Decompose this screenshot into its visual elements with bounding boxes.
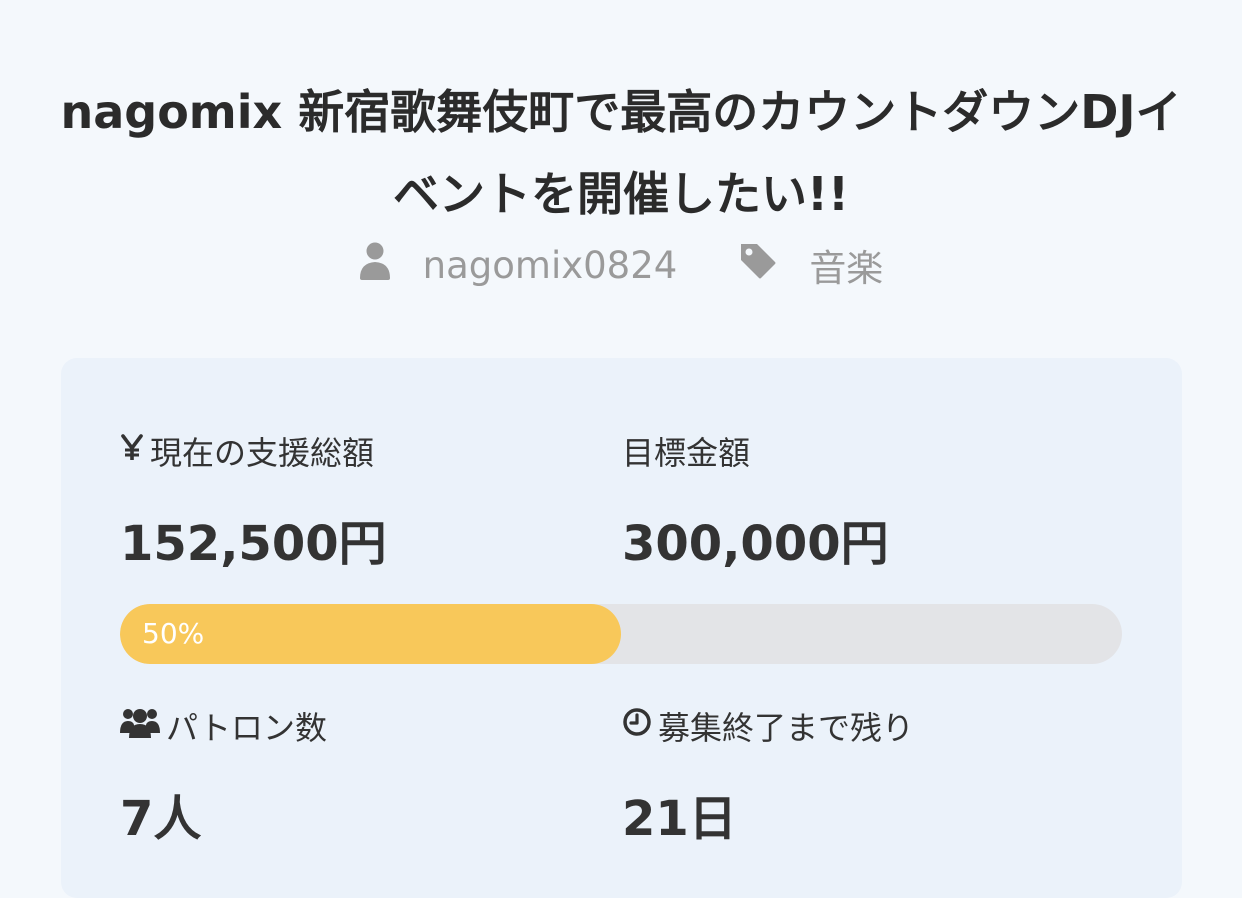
progress-fill: 50% [120,604,621,664]
patron-count-value: 7人 [120,791,202,847]
owner-link[interactable]: nagomix0824 [359,242,678,289]
user-icon [359,242,391,289]
funding-summary-card: 現在の支援総額 152,500円 目標金額 300,000円 50% パトロン数… [61,358,1182,898]
current-total-label-row: 現在の支援総額 [120,428,387,474]
current-total-label: 現在の支援総額 [150,434,375,472]
funding-progress-bar: 50% [120,604,1122,664]
project-title: nagomix 新宿歌舞伎町で最高のカウントダウンDJイベントを開催したい!! [60,84,1182,221]
goal-amount-stat: 目標金額 300,000円 [622,428,889,574]
goal-amount-value: 300,000円 [622,516,889,572]
time-remaining-value: 21日 [622,791,737,847]
patron-count-stat: パトロン数 7人 [120,703,327,849]
progress-percent: 50% [142,617,205,650]
category-link[interactable]: 音楽 [739,238,883,292]
time-remaining-label-row: 募集終了まで残り [622,703,914,749]
time-remaining-label: 募集終了まで残り [658,709,915,747]
yen-icon [120,432,144,470]
tag-icon [739,242,777,289]
clock-icon [622,707,652,745]
project-meta: nagomix0824 音楽 [0,238,1242,292]
patron-count-label: パトロン数 [166,709,327,747]
current-total-stat: 現在の支援総額 152,500円 [120,428,387,574]
users-icon [120,705,160,747]
category-name: 音楽 [809,247,884,290]
owner-name: nagomix0824 [422,243,678,287]
current-total-value: 152,500円 [120,516,387,572]
patron-count-label-row: パトロン数 [120,703,327,749]
time-remaining-stat: 募集終了まで残り 21日 [622,703,914,849]
goal-amount-label: 目標金額 [622,434,751,472]
